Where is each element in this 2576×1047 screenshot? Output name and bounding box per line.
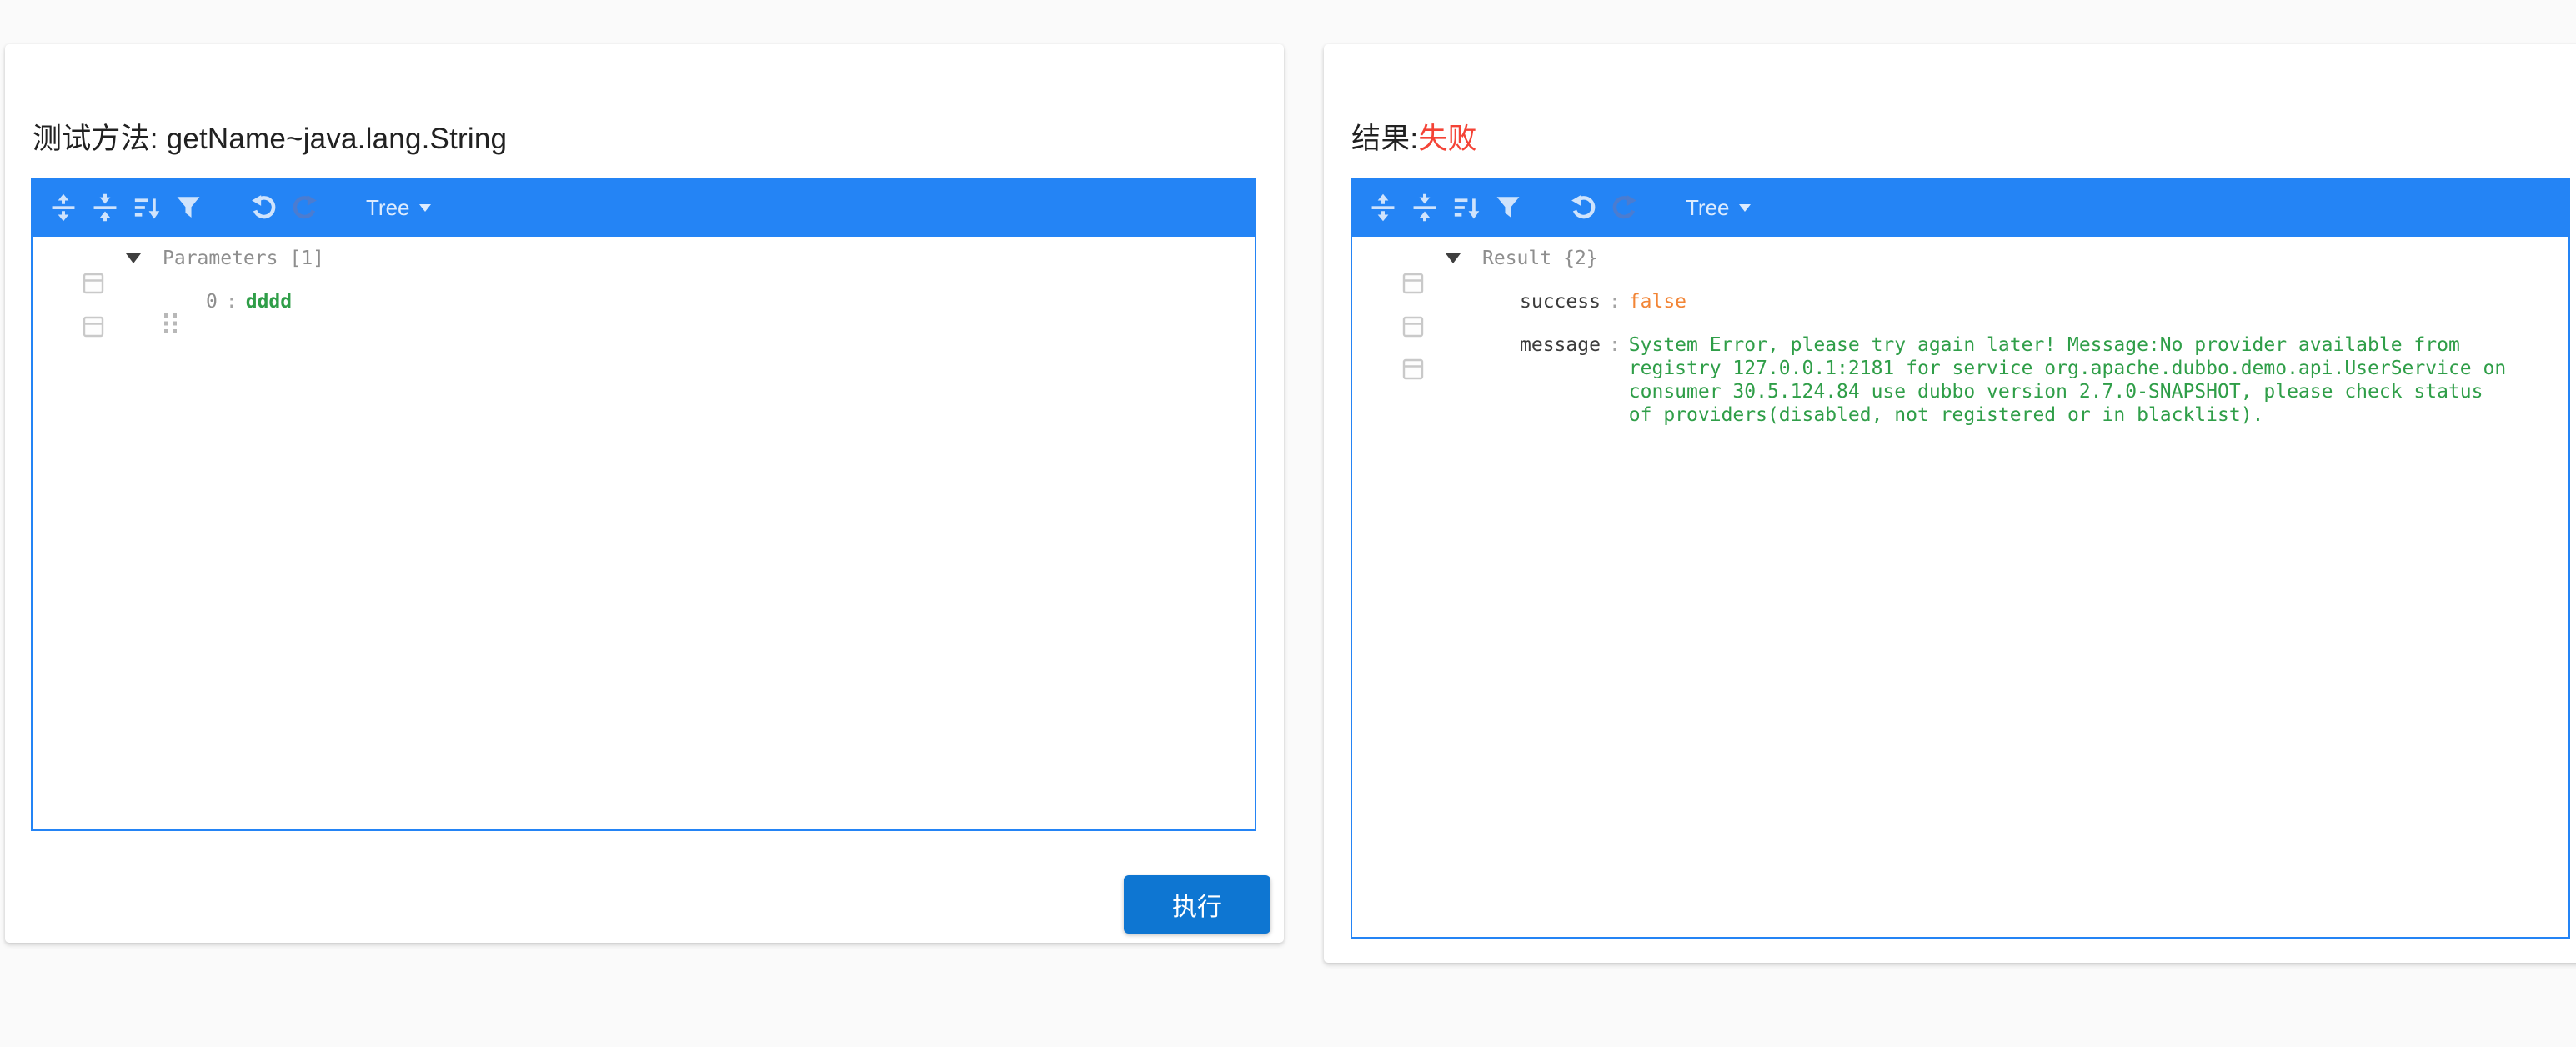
redo-button[interactable] [1611, 193, 1639, 222]
context-menu-button[interactable] [83, 291, 104, 313]
result-title-label: 结果: [1351, 123, 1418, 155]
json-tree: Result {2} success : false message : Sys… [1351, 237, 2570, 939]
root-field-label: Result [1482, 248, 1551, 269]
expand-all-button[interactable] [1369, 193, 1397, 222]
context-menu-button[interactable] [83, 248, 104, 269]
jsoneditor-toolbar: Tree [31, 178, 1256, 237]
root-field-label: Parameters [163, 248, 278, 269]
param-value-editable[interactable]: dddd [246, 291, 292, 313]
context-menu-button[interactable] [1402, 291, 1424, 313]
collapse-all-button[interactable] [91, 193, 119, 222]
tree-row-root: Result {2} [1352, 237, 2568, 280]
param-index-label: 0 [206, 291, 218, 313]
root-count-badge: {2} [1563, 248, 1598, 269]
message-value: System Error, please try again later! Me… [1629, 333, 2558, 427]
root-count-badge: [1] [289, 248, 324, 269]
drag-handle-icon[interactable] [48, 289, 64, 314]
chevron-down-icon [419, 204, 431, 212]
success-field-label: success [1520, 291, 1601, 313]
test-method-card: 测试方法: getName~java.lang.String Tree [5, 44, 1284, 943]
collapse-triangle-icon[interactable] [1446, 253, 1461, 263]
field-value-separator: : [1609, 333, 1621, 357]
json-tree: Parameters [1] 0 : dddd [31, 237, 1256, 831]
result-status-badge: 失败 [1418, 123, 1476, 155]
expand-all-button[interactable] [49, 193, 78, 222]
tree-mode-label: Tree [366, 195, 410, 221]
test-method-title: 测试方法: getName~java.lang.String [33, 121, 507, 158]
tree-mode-dropdown[interactable]: Tree [366, 195, 431, 221]
message-field-label: message [1520, 333, 1601, 357]
transform-filter-button[interactable] [174, 193, 203, 222]
field-value-separator: : [226, 291, 238, 313]
chevron-down-icon [1739, 204, 1751, 212]
jsoneditor-toolbar: Tree [1351, 178, 2570, 237]
execute-button[interactable]: 执行 [1124, 875, 1270, 934]
tree-row-root: Parameters [1] [33, 237, 1255, 280]
field-value-separator: : [1609, 291, 1621, 313]
undo-button[interactable] [1569, 193, 1597, 222]
context-menu-button[interactable] [1402, 333, 1424, 355]
transform-filter-button[interactable] [1494, 193, 1522, 222]
tree-mode-label: Tree [1686, 195, 1730, 221]
tree-row-success: success : false [1352, 280, 2568, 323]
success-value: false [1629, 291, 1686, 313]
tree-row-param-0: 0 : dddd [33, 280, 1255, 323]
result-card: 结果:失败 Tree [1324, 44, 2576, 963]
tree-row-message: message : System Error, please try again… [1352, 323, 2568, 427]
parameters-json-editor: Tree Parameters [1] 0 : [31, 178, 1256, 831]
undo-button[interactable] [249, 193, 278, 222]
result-title: 结果:失败 [1351, 121, 1477, 158]
sort-button[interactable] [1452, 193, 1481, 222]
result-json-editor: Tree Result {2} success : false [1351, 178, 2570, 939]
tree-mode-dropdown[interactable]: Tree [1686, 195, 1751, 221]
collapse-triangle-icon[interactable] [126, 253, 141, 263]
context-menu-button[interactable] [1402, 248, 1424, 269]
sort-button[interactable] [133, 193, 161, 222]
collapse-all-button[interactable] [1411, 193, 1439, 222]
redo-button[interactable] [291, 193, 319, 222]
